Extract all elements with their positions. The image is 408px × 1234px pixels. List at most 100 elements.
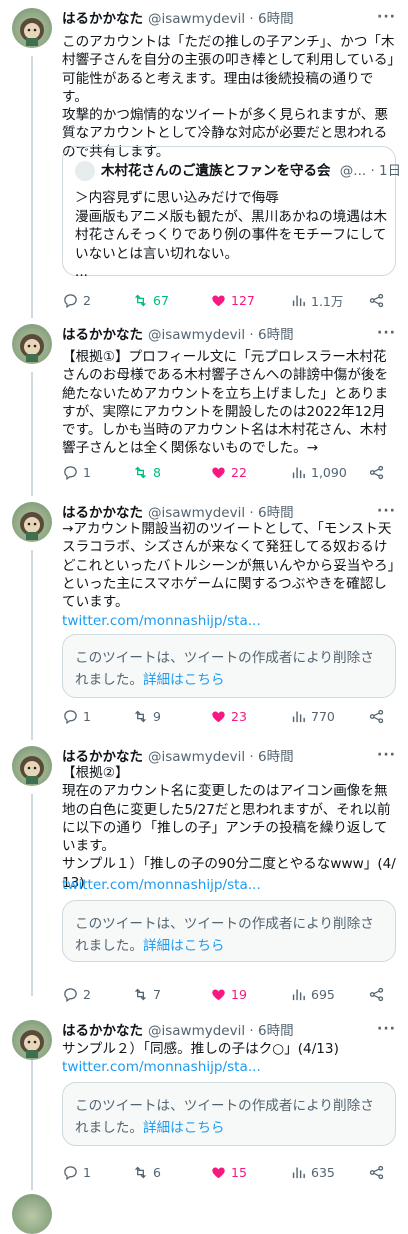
tweet[interactable]: はるかかなた @isawmydevil · 6時間 ··· →アカウント開設当初の… [0, 502, 408, 740]
tweet-link[interactable]: twitter.com/monnashijp/sta... [62, 1058, 261, 1076]
heart-icon [212, 1167, 225, 1178]
deleted-notice: このツイートは、ツイートの作成者により削除されました。詳細はこちら [75, 647, 385, 691]
handle-time[interactable]: @isawmydevil · 6時間 [148, 749, 294, 765]
details-link[interactable]: 詳細はこちら [143, 672, 225, 688]
reply-icon [64, 465, 77, 480]
tweet[interactable]: はるかかなた @isawmydevil · 6時間 ··· 【根拠②】 現在のアカ… [0, 746, 408, 1002]
retweet-button[interactable]: 8 [132, 462, 161, 482]
tweet[interactable]: はるかかなた @isawmydevil · 6時間 ··· このアカウントは「ただ… [0, 8, 408, 318]
avatar[interactable] [12, 1020, 52, 1060]
retweet-count: 9 [153, 708, 161, 724]
action-bar: 2 7 19 695 [62, 984, 398, 1004]
more-icon[interactable]: ··· [377, 748, 396, 762]
tweet[interactable]: はるかかなた @isawmydevil · 6時間 ··· 【根拠①】プロフィール… [0, 324, 408, 496]
analytics-icon [292, 467, 305, 478]
more-icon[interactable]: ··· [377, 326, 396, 340]
like-button[interactable]: 127 [210, 290, 255, 310]
reply-button[interactable]: 1 [62, 462, 91, 482]
deleted-tweet-card: このツイートは、ツイートの作成者により削除されました。詳細はこちら [62, 900, 396, 962]
share-icon [369, 293, 384, 307]
tweet-header: はるかかなた @isawmydevil · 6時間 [62, 324, 294, 346]
view-count: 1.1万 [311, 293, 344, 309]
share-button[interactable] [368, 706, 389, 726]
retweet-icon [135, 1166, 146, 1178]
retweet-icon [135, 294, 146, 306]
handle-time[interactable]: @isawmydevil · 6時間 [148, 1023, 294, 1039]
views-button[interactable]: 695 [290, 984, 335, 1004]
deleted-tweet-card: このツイートは、ツイートの作成者により削除されました。詳細はこちら [62, 1082, 396, 1146]
views-button[interactable]: 1.1万 [290, 290, 343, 310]
like-button[interactable]: 19 [210, 984, 247, 1004]
reply-button[interactable]: 2 [62, 984, 91, 1004]
reply-button[interactable]: 2 [62, 290, 91, 310]
handle-time[interactable]: @isawmydevil · 6時間 [148, 11, 294, 27]
handle-time[interactable]: @isawmydevil · 6時間 [148, 505, 294, 521]
quote-text: ＞内容見ずに思い込みだけで侮辱 漫画版もアニメ版も観たが、黒川あかねの境遇は木村… [75, 190, 388, 280]
retweet-button[interactable]: 7 [132, 984, 161, 1004]
tweet-link[interactable]: twitter.com/monnashijp/sta... [62, 612, 261, 630]
tweet-text: 【根拠①】プロフィール文に「元プロレスラー木村花さんのお母様である木村響子さんへ… [62, 349, 389, 457]
retweet-icon [135, 466, 146, 478]
share-button[interactable] [368, 1162, 389, 1182]
quote-tweet-card[interactable]: 木村花さんのご遺族とファンを守る会 @... · 1日 ＞内容見ずに思い込みだけ… [62, 146, 401, 280]
more-icon[interactable]: ··· [377, 504, 396, 518]
tweet-text: サンプル２）「同感。推しの子はク○」(4/13) [62, 1041, 339, 1057]
display-name[interactable]: はるかかなた [62, 1023, 143, 1039]
share-icon [369, 987, 384, 1001]
details-link[interactable]: 詳細はこちら [143, 1120, 225, 1136]
reply-icon [64, 709, 77, 724]
reply-button[interactable]: 1 [62, 706, 91, 726]
tweet-text: →アカウント開設当初のツイートとして、「モンスト天スラコラボ、シズさんが来なくて… [62, 521, 395, 611]
retweet-count: 67 [153, 292, 169, 308]
more-icon[interactable]: ··· [377, 1022, 396, 1036]
heart-icon [212, 295, 225, 306]
avatar[interactable] [12, 746, 52, 786]
retweet-button[interactable]: 9 [132, 706, 161, 726]
display-name[interactable]: はるかかなた [62, 749, 143, 765]
handle-time[interactable]: @isawmydevil · 6時間 [148, 327, 294, 343]
details-link[interactable]: 詳細はこちら [143, 938, 225, 954]
reply-button[interactable]: 1 [62, 1162, 91, 1182]
avatar[interactable] [12, 8, 52, 48]
retweet-count: 8 [153, 464, 161, 480]
retweet-count: 6 [153, 1164, 161, 1180]
deleted-notice: このツイートは、ツイートの作成者により削除されました。詳細はこちら [75, 1095, 385, 1139]
like-button[interactable]: 15 [210, 1162, 247, 1182]
retweet-icon [135, 710, 146, 722]
views-button[interactable]: 1,090 [290, 462, 347, 482]
reply-icon [64, 293, 77, 308]
display-name[interactable]: はるかかなた [62, 505, 143, 521]
deleted-notice: このツイートは、ツイートの作成者により削除されました。詳細はこちら [75, 913, 385, 957]
retweet-button[interactable]: 67 [132, 290, 169, 310]
display-name[interactable]: はるかかなた [62, 11, 143, 27]
views-button[interactable]: 770 [290, 706, 335, 726]
view-count: 695 [311, 986, 335, 1002]
like-button[interactable]: 22 [210, 462, 247, 482]
tweet-text: 【根拠②】 現在のアカウント名に変更したのはアイコン画像を無地の白色に変更した5… [62, 765, 396, 891]
analytics-icon [292, 295, 305, 306]
like-button[interactable]: 23 [210, 706, 247, 726]
views-button[interactable]: 635 [290, 1162, 335, 1182]
like-count: 23 [231, 708, 247, 724]
like-count: 19 [231, 986, 247, 1002]
share-button[interactable] [368, 290, 389, 310]
tweet-header: はるかかなた @isawmydevil · 6時間 [62, 1020, 294, 1042]
share-button[interactable] [368, 984, 389, 1004]
view-count: 635 [311, 1164, 335, 1180]
retweet-button[interactable]: 6 [132, 1162, 161, 1182]
avatar[interactable] [12, 502, 52, 542]
like-count: 127 [231, 292, 255, 308]
avatar[interactable] [12, 324, 52, 364]
reply-icon [64, 987, 77, 1002]
tweet[interactable]: はるかかなた @isawmydevil · 6時間 ··· サンプル２）「同感。推… [0, 1020, 408, 1200]
avatar[interactable] [12, 1194, 52, 1234]
more-icon[interactable]: ··· [377, 10, 396, 24]
reply-count: 1 [83, 464, 91, 480]
heart-icon [212, 467, 225, 478]
reply-icon [64, 1165, 77, 1180]
reply-count: 2 [83, 986, 91, 1002]
display-name[interactable]: はるかかなた [62, 327, 143, 343]
share-button[interactable] [368, 462, 389, 482]
reply-count: 1 [83, 1164, 91, 1180]
tweet-link[interactable]: twitter.com/monnashijp/sta... [62, 876, 261, 894]
